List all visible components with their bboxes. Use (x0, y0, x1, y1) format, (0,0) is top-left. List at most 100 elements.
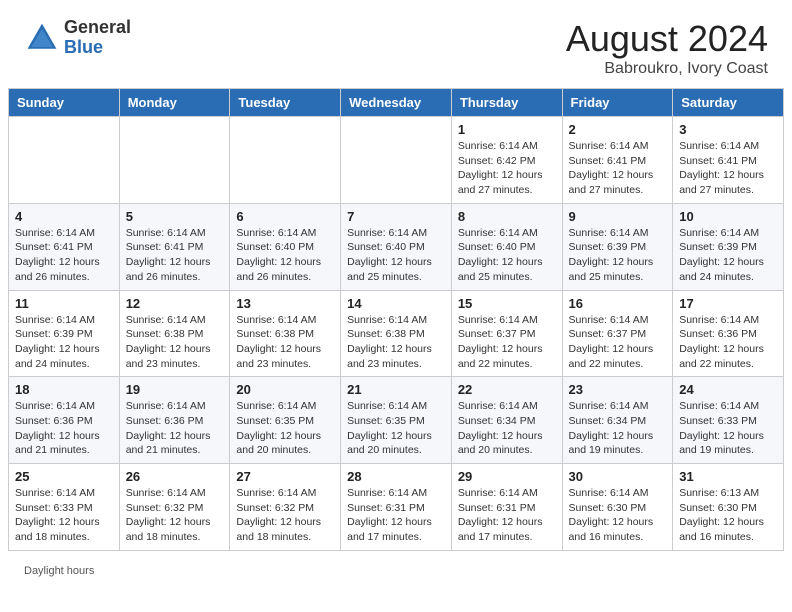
table-row (119, 117, 230, 204)
table-row: 1Sunrise: 6:14 AM Sunset: 6:42 PM Daylig… (451, 117, 562, 204)
day-number: 15 (458, 296, 556, 311)
day-info: Sunrise: 6:14 AM Sunset: 6:30 PM Dayligh… (569, 486, 667, 545)
month-year-title: August 2024 (566, 18, 768, 60)
day-info: Sunrise: 6:14 AM Sunset: 6:40 PM Dayligh… (458, 226, 556, 285)
day-number: 22 (458, 382, 556, 397)
calendar-week-4: 18 Sunrise: 6:14 AM Sunset: 6:36 PM Dayli… (9, 377, 784, 464)
day-info: Sunrise: 6:14 AM Sunset: 6:39 PM Dayligh… (15, 313, 113, 372)
day-info: Sunrise: 6:14 AM Sunset: 6:31 PM Dayligh… (458, 486, 556, 545)
table-row: 19 Sunrise: 6:14 AM Sunset: 6:36 PM Dayli… (119, 377, 230, 464)
day-info: Sunrise: 6:14 AM Sunset: 6:34 PM Dayligh… (458, 399, 556, 458)
day-number: 20 (236, 382, 334, 397)
day-info: Sunrise: 6:14 AM Sunset: 6:36 PM Dayligh… (126, 399, 224, 458)
logo-blue-text: Blue (64, 38, 131, 58)
day-number: 26 (126, 469, 224, 484)
table-row: 2Sunrise: 6:14 AM Sunset: 6:41 PM Daylig… (562, 117, 673, 204)
day-number: 29 (458, 469, 556, 484)
day-info: Sunrise: 6:14 AM Sunset: 6:41 PM Dayligh… (679, 139, 777, 198)
day-number: 19 (126, 382, 224, 397)
col-monday: Monday (119, 89, 230, 117)
day-number: 2 (569, 122, 667, 137)
table-row: 17Sunrise: 6:14 AM Sunset: 6:36 PM Dayli… (673, 290, 784, 377)
day-info: Sunrise: 6:14 AM Sunset: 6:42 PM Dayligh… (458, 139, 556, 198)
calendar-week-1: 1Sunrise: 6:14 AM Sunset: 6:42 PM Daylig… (9, 117, 784, 204)
day-number: 27 (236, 469, 334, 484)
col-saturday: Saturday (673, 89, 784, 117)
day-info: Sunrise: 6:14 AM Sunset: 6:37 PM Dayligh… (569, 313, 667, 372)
table-row: 18 Sunrise: 6:14 AM Sunset: 6:36 PM Dayli… (9, 377, 120, 464)
table-row (230, 117, 341, 204)
calendar-week-5: 25Sunrise: 6:14 AM Sunset: 6:33 PM Dayli… (9, 464, 784, 551)
day-number: 17 (679, 296, 777, 311)
table-row: 26Sunrise: 6:14 AM Sunset: 6:32 PM Dayli… (119, 464, 230, 551)
day-number: 5 (126, 209, 224, 224)
day-number: 24 (679, 382, 777, 397)
day-number: 25 (15, 469, 113, 484)
table-row: 10Sunrise: 6:14 AM Sunset: 6:39 PM Dayli… (673, 203, 784, 290)
day-info: Sunrise: 6:14 AM Sunset: 6:39 PM Dayligh… (569, 226, 667, 285)
table-row: 25Sunrise: 6:14 AM Sunset: 6:33 PM Dayli… (9, 464, 120, 551)
calendar-table: Sunday Monday Tuesday Wednesday Thursday… (8, 88, 784, 551)
title-block: August 2024 Babroukro, Ivory Coast (566, 18, 768, 78)
location-subtitle: Babroukro, Ivory Coast (566, 60, 768, 78)
logo-icon (24, 20, 60, 56)
page-header: General Blue August 2024 Babroukro, Ivor… (0, 0, 792, 88)
day-number: 6 (236, 209, 334, 224)
day-number: 23 (569, 382, 667, 397)
calendar-wrapper: Sunday Monday Tuesday Wednesday Thursday… (0, 88, 792, 559)
day-info: Sunrise: 6:14 AM Sunset: 6:38 PM Dayligh… (126, 313, 224, 372)
daylight-hours-label: Daylight hours (24, 565, 94, 577)
day-number: 12 (126, 296, 224, 311)
day-number: 4 (15, 209, 113, 224)
day-number: 18 (15, 382, 113, 397)
footer-note: Daylight hours (0, 559, 792, 583)
table-row (9, 117, 120, 204)
day-number: 21 (347, 382, 445, 397)
table-row: 31Sunrise: 6:13 AM Sunset: 6:30 PM Dayli… (673, 464, 784, 551)
table-row: 6 Sunrise: 6:14 AM Sunset: 6:40 PM Daylig… (230, 203, 341, 290)
table-row: 8 Sunrise: 6:14 AM Sunset: 6:40 PM Daylig… (451, 203, 562, 290)
table-row: 27Sunrise: 6:14 AM Sunset: 6:32 PM Dayli… (230, 464, 341, 551)
col-thursday: Thursday (451, 89, 562, 117)
table-row: 13 Sunrise: 6:14 AM Sunset: 6:38 PM Dayli… (230, 290, 341, 377)
day-number: 8 (458, 209, 556, 224)
col-tuesday: Tuesday (230, 89, 341, 117)
table-row: 29 Sunrise: 6:14 AM Sunset: 6:31 PM Dayli… (451, 464, 562, 551)
day-info: Sunrise: 6:14 AM Sunset: 6:34 PM Dayligh… (569, 399, 667, 458)
table-row: 7Sunrise: 6:14 AM Sunset: 6:40 PM Daylig… (341, 203, 452, 290)
day-info: Sunrise: 6:14 AM Sunset: 6:41 PM Dayligh… (15, 226, 113, 285)
day-info: Sunrise: 6:14 AM Sunset: 6:40 PM Dayligh… (347, 226, 445, 285)
calendar-week-2: 4 Sunrise: 6:14 AM Sunset: 6:41 PM Daylig… (9, 203, 784, 290)
table-row: 23 Sunrise: 6:14 AM Sunset: 6:34 PM Dayli… (562, 377, 673, 464)
day-number: 11 (15, 296, 113, 311)
table-row: 16Sunrise: 6:14 AM Sunset: 6:37 PM Dayli… (562, 290, 673, 377)
day-info: Sunrise: 6:14 AM Sunset: 6:35 PM Dayligh… (236, 399, 334, 458)
day-number: 3 (679, 122, 777, 137)
table-row: 22 Sunrise: 6:14 AM Sunset: 6:34 PM Dayli… (451, 377, 562, 464)
logo-general-text: General (64, 18, 131, 38)
day-info: Sunrise: 6:14 AM Sunset: 6:35 PM Dayligh… (347, 399, 445, 458)
day-number: 30 (569, 469, 667, 484)
table-row: 30 Sunrise: 6:14 AM Sunset: 6:30 PM Dayli… (562, 464, 673, 551)
table-row: 9 Sunrise: 6:14 AM Sunset: 6:39 PM Daylig… (562, 203, 673, 290)
day-number: 14 (347, 296, 445, 311)
day-info: Sunrise: 6:14 AM Sunset: 6:40 PM Dayligh… (236, 226, 334, 285)
col-friday: Friday (562, 89, 673, 117)
table-row: 21 Sunrise: 6:14 AM Sunset: 6:35 PM Dayli… (341, 377, 452, 464)
day-info: Sunrise: 6:14 AM Sunset: 6:31 PM Dayligh… (347, 486, 445, 545)
day-info: Sunrise: 6:14 AM Sunset: 6:41 PM Dayligh… (126, 226, 224, 285)
calendar-week-3: 11 Sunrise: 6:14 AM Sunset: 6:39 PM Dayli… (9, 290, 784, 377)
table-row: 5 Sunrise: 6:14 AM Sunset: 6:41 PM Daylig… (119, 203, 230, 290)
day-number: 28 (347, 469, 445, 484)
table-row (341, 117, 452, 204)
day-number: 31 (679, 469, 777, 484)
calendar-header-row: Sunday Monday Tuesday Wednesday Thursday… (9, 89, 784, 117)
day-info: Sunrise: 6:14 AM Sunset: 6:39 PM Dayligh… (679, 226, 777, 285)
table-row: 14Sunrise: 6:14 AM Sunset: 6:38 PM Dayli… (341, 290, 452, 377)
day-info: Sunrise: 6:14 AM Sunset: 6:38 PM Dayligh… (236, 313, 334, 372)
day-number: 9 (569, 209, 667, 224)
col-wednesday: Wednesday (341, 89, 452, 117)
table-row: 20 Sunrise: 6:14 AM Sunset: 6:35 PM Dayli… (230, 377, 341, 464)
day-info: Sunrise: 6:14 AM Sunset: 6:36 PM Dayligh… (15, 399, 113, 458)
day-number: 13 (236, 296, 334, 311)
